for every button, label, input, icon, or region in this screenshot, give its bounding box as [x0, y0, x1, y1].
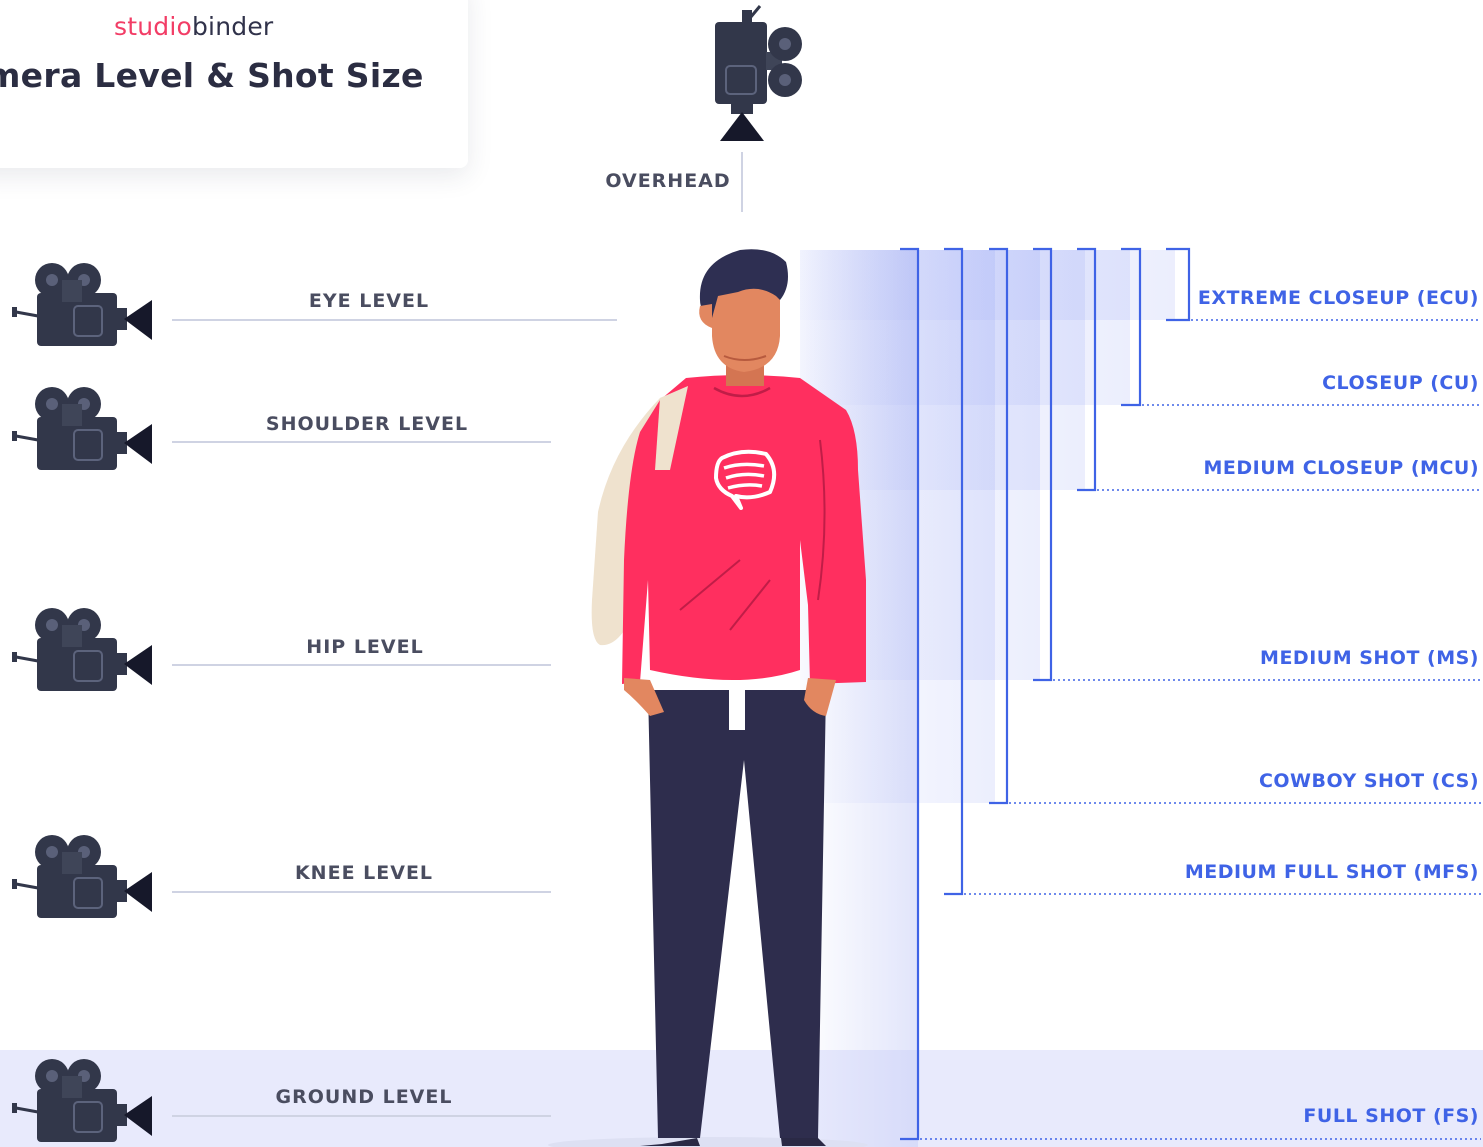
level-eye-label: EYE LEVEL — [308, 290, 430, 312]
brand-prefix: studio — [114, 11, 192, 41]
level-shoulder-label: SHOULDER LEVEL — [265, 413, 469, 435]
camera-eye-level-icon — [10, 261, 154, 348]
ground-band — [0, 1050, 1483, 1147]
shot-mcu-label: MEDIUM CLOSEUP (MCU) — [1203, 457, 1479, 479]
shot-cu-label: CLOSEUP (CU) — [1322, 372, 1479, 394]
level-knee-label: KNEE LEVEL — [294, 862, 434, 884]
brand-suffix: binder — [191, 11, 274, 41]
page-title: mera Level & Shot Size — [0, 56, 424, 95]
shot-ms-label: MEDIUM SHOT (MS) — [1260, 647, 1479, 669]
shot-fs-label: FULL SHOT (FS) — [1303, 1105, 1479, 1127]
camera-hip-level-icon — [10, 606, 154, 693]
camera-knee-level-icon — [10, 833, 154, 920]
level-ground-label: GROUND LEVEL — [275, 1086, 453, 1108]
brand-logo: studiobinder — [114, 8, 273, 44]
level-overhead-label: OVERHEAD — [605, 170, 731, 192]
camera-shoulder-level-icon — [10, 385, 154, 472]
shot-mfs-label: MEDIUM FULL SHOT (MFS) — [1184, 861, 1479, 883]
brand-name: studiobinder — [114, 12, 273, 41]
shot-size-diagram: studiobinder mera Level & Shot Size OVER… — [0, 0, 1483, 1147]
diagram-artwork — [0, 5, 1483, 1147]
level-hip-label: HIP LEVEL — [306, 636, 424, 658]
shot-ecu-label: EXTREME CLOSEUP (ECU) — [1197, 287, 1479, 309]
camera-overhead-icon — [715, 5, 802, 141]
shot-cs-label: COWBOY SHOT (CS) — [1258, 770, 1479, 792]
